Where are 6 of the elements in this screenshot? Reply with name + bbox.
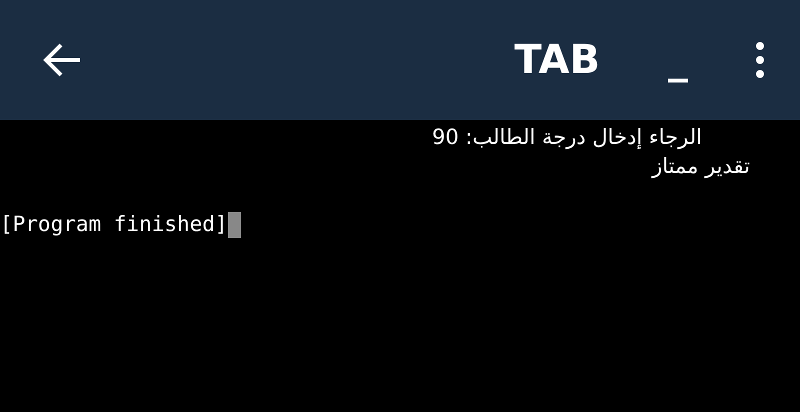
terminal-output-line: تقدير ممتاز (652, 154, 750, 178)
text-cursor (228, 212, 241, 238)
extra-key-button[interactable]: _ (668, 30, 688, 90)
toolbar-title: TAB (514, 36, 600, 85)
terminal-output-line: الرجاء إدخال درجة الطالب: 90 (432, 125, 702, 149)
program-finished-text: [Program finished] (0, 211, 228, 238)
